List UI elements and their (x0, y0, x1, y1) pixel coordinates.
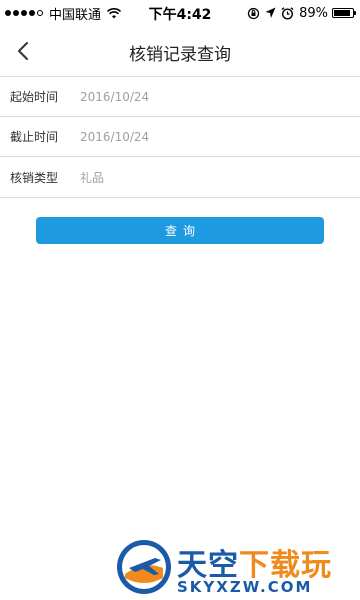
alarm-icon (281, 6, 294, 20)
status-bar: 中国联通 下午4:42 89% (0, 0, 360, 26)
redeem-type-label: 核销类型 (10, 170, 59, 185)
location-icon (265, 7, 276, 18)
start-date-field[interactable]: 2016/10/24 (80, 90, 280, 104)
watermark-subtitle: SKYXZW.COM (177, 578, 313, 596)
sky-logo-icon (117, 540, 171, 594)
start-date-label: 起始时间 (10, 90, 59, 104)
nav-bar: 核销记录查询 (0, 26, 360, 77)
battery-fill (334, 10, 350, 16)
query-button[interactable]: 查询 (36, 217, 324, 244)
query-form: 起始时间 2016/10/24 截止时间 2016/10/24 核销类型 礼品 (0, 77, 360, 198)
status-right: 89% (242, 5, 356, 21)
battery-icon (332, 8, 356, 18)
watermark: 天空下载玩 SKYXZW.COM (115, 538, 355, 596)
page-title: 核销记录查询 (129, 45, 231, 65)
redeem-type-row[interactable]: 核销类型 礼品 (0, 157, 360, 198)
redeem-type-field[interactable]: 礼品 (80, 169, 280, 186)
end-date-field[interactable]: 2016/10/24 (80, 130, 280, 144)
start-date-row[interactable]: 起始时间 2016/10/24 (0, 77, 360, 117)
end-date-label: 截止时间 (10, 130, 59, 144)
battery-percent: 89% (299, 5, 328, 21)
rotation-lock-icon (247, 7, 260, 19)
end-date-row[interactable]: 截止时间 2016/10/24 (0, 117, 360, 157)
